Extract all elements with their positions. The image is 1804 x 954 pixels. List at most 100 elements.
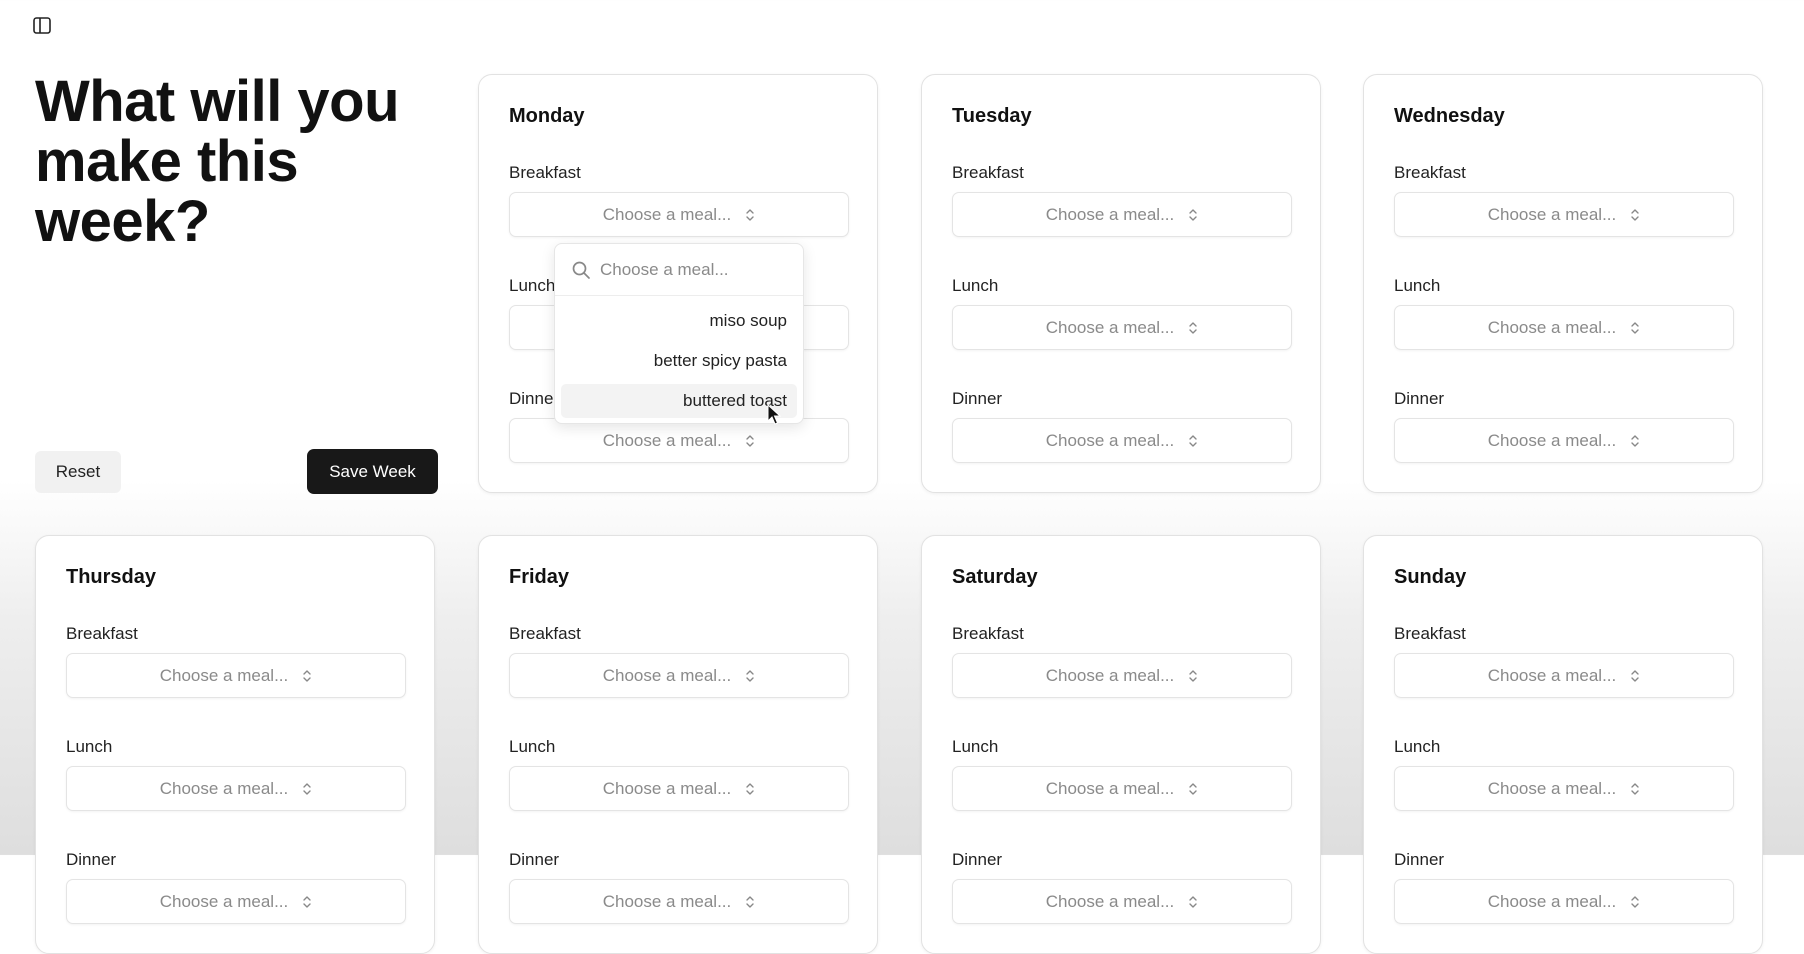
lunch-label: Lunch bbox=[509, 276, 556, 295]
select-value: Choose a meal... bbox=[602, 665, 732, 685]
chevron-up-down-icon bbox=[745, 894, 755, 910]
dinner-select[interactable]: Choose a meal... bbox=[952, 418, 1292, 463]
meal-search-input[interactable] bbox=[600, 257, 790, 283]
day-card: Tuesday Breakfast Choose a meal... Lunch Cho… bbox=[921, 74, 1321, 493]
select-value: Choose a meal... bbox=[1045, 204, 1175, 224]
select-value: Choose a meal... bbox=[1487, 778, 1617, 798]
select-value: Choose a meal... bbox=[159, 665, 289, 685]
search-icon bbox=[572, 261, 590, 279]
day-card: Thursday Breakfast Choose a meal... Lunch Ch… bbox=[35, 535, 435, 954]
breakfast-select[interactable]: Choose a meal... bbox=[952, 192, 1292, 237]
select-value: Choose a meal... bbox=[602, 891, 732, 911]
chevron-up-down-icon bbox=[302, 668, 312, 684]
breakfast-label: Breakfast bbox=[1394, 624, 1466, 643]
breakfast-select[interactable]: Choose a meal... bbox=[509, 653, 849, 698]
select-value: Choose a meal... bbox=[602, 204, 732, 224]
select-value: Choose a meal... bbox=[159, 778, 289, 798]
dropdown-search bbox=[555, 244, 803, 296]
breakfast-select[interactable]: Choose a meal... bbox=[1394, 653, 1734, 698]
dinner-select[interactable]: Choose a meal... bbox=[66, 879, 406, 924]
select-value: Choose a meal... bbox=[602, 430, 732, 450]
save-week-button[interactable]: Save Week bbox=[307, 449, 438, 494]
lunch-label: Lunch bbox=[1394, 737, 1441, 756]
day-title: Monday bbox=[509, 105, 585, 127]
select-value: Choose a meal... bbox=[602, 778, 732, 798]
day-title: Thursday bbox=[66, 566, 157, 588]
chevron-up-down-icon bbox=[1188, 433, 1198, 449]
breakfast-label: Breakfast bbox=[952, 624, 1024, 643]
dropdown-option-miso-soup[interactable]: miso soup bbox=[561, 304, 797, 338]
breakfast-label: Breakfast bbox=[509, 624, 581, 643]
select-value: Choose a meal... bbox=[1487, 430, 1617, 450]
lunch-select[interactable]: Choose a meal... bbox=[952, 305, 1292, 350]
dinner-select[interactable]: Choose a meal... bbox=[1394, 879, 1734, 924]
day-card: Friday Breakfast Choose a meal... Lunch Choo… bbox=[478, 535, 878, 954]
chevron-up-down-icon bbox=[745, 433, 755, 449]
chevron-up-down-icon bbox=[1630, 668, 1640, 684]
dinner-select[interactable]: Choose a meal... bbox=[509, 418, 849, 463]
lunch-select[interactable]: Choose a meal... bbox=[1394, 305, 1734, 350]
chevron-up-down-icon bbox=[1630, 781, 1640, 797]
chevron-up-down-icon bbox=[302, 894, 312, 910]
select-value: Choose a meal... bbox=[1487, 891, 1617, 911]
chevron-up-down-icon bbox=[1630, 207, 1640, 223]
select-value: Choose a meal... bbox=[159, 891, 289, 911]
chevron-up-down-icon bbox=[745, 668, 755, 684]
dinner-label: Dinner bbox=[952, 850, 1003, 869]
page-title: What will you make this week? bbox=[35, 69, 400, 254]
day-card: Wednesday Breakfast Choose a meal... Lunch C… bbox=[1363, 74, 1763, 493]
day-title: Tuesday bbox=[952, 105, 1032, 127]
day-title: Saturday bbox=[952, 566, 1038, 588]
dropdown-option-better-spicy-pasta[interactable]: better spicy pasta bbox=[561, 344, 797, 378]
dinner-label: Dinner bbox=[1394, 850, 1445, 869]
select-value: Choose a meal... bbox=[1045, 317, 1175, 337]
reset-button[interactable]: Reset bbox=[35, 451, 121, 493]
chevron-up-down-icon bbox=[1188, 207, 1198, 223]
select-value: Choose a meal... bbox=[1045, 778, 1175, 798]
breakfast-select[interactable]: Choose a meal... bbox=[509, 192, 849, 237]
breakfast-label: Breakfast bbox=[952, 163, 1024, 182]
dinner-select[interactable]: Choose a meal... bbox=[1394, 418, 1734, 463]
chevron-up-down-icon bbox=[1188, 781, 1198, 797]
chevron-up-down-icon bbox=[1630, 894, 1640, 910]
lunch-label: Lunch bbox=[509, 737, 556, 756]
dinner-select[interactable]: Choose a meal... bbox=[952, 879, 1292, 924]
day-card: Saturday Breakfast Choose a meal... Lunch Ch… bbox=[921, 535, 1321, 954]
breakfast-label: Breakfast bbox=[509, 163, 581, 182]
lunch-label: Lunch bbox=[66, 737, 113, 756]
day-title: Friday bbox=[509, 566, 570, 588]
select-value: Choose a meal... bbox=[1487, 204, 1617, 224]
select-value: Choose a meal... bbox=[1487, 317, 1617, 337]
lunch-label: Lunch bbox=[952, 276, 999, 295]
lunch-select[interactable]: Choose a meal... bbox=[1394, 766, 1734, 811]
chevron-up-down-icon bbox=[745, 207, 755, 223]
chevron-up-down-icon bbox=[302, 781, 312, 797]
dinner-label: Dinner bbox=[952, 389, 1003, 408]
day-card: Sunday Breakfast Choose a meal... Lunch Choo… bbox=[1363, 535, 1763, 954]
lunch-select[interactable]: Choose a meal... bbox=[66, 766, 406, 811]
select-value: Choose a meal... bbox=[1045, 891, 1175, 911]
select-value: Choose a meal... bbox=[1045, 665, 1175, 685]
lunch-select[interactable]: Choose a meal... bbox=[952, 766, 1292, 811]
lunch-label: Lunch bbox=[952, 737, 999, 756]
dinner-select[interactable]: Choose a meal... bbox=[509, 879, 849, 924]
dropdown-option-buttered-toast[interactable]: buttered toast bbox=[561, 384, 797, 418]
chevron-up-down-icon bbox=[1630, 320, 1640, 336]
chevron-up-down-icon bbox=[745, 781, 755, 797]
mouse-cursor-icon bbox=[767, 404, 781, 425]
chevron-up-down-icon bbox=[1188, 894, 1198, 910]
breakfast-label: Breakfast bbox=[1394, 163, 1466, 182]
chevron-up-down-icon bbox=[1188, 320, 1198, 336]
breakfast-select[interactable]: Choose a meal... bbox=[952, 653, 1292, 698]
lunch-select[interactable]: Choose a meal... bbox=[509, 766, 849, 811]
lunch-label: Lunch bbox=[1394, 276, 1441, 295]
sidebar-toggle-icon[interactable] bbox=[33, 17, 51, 34]
chevron-up-down-icon bbox=[1188, 668, 1198, 684]
breakfast-select[interactable]: Choose a meal... bbox=[66, 653, 406, 698]
dinner-label: Dinner bbox=[509, 389, 560, 408]
select-value: Choose a meal... bbox=[1487, 665, 1617, 685]
day-title: Wednesday bbox=[1394, 105, 1505, 127]
breakfast-select[interactable]: Choose a meal... bbox=[1394, 192, 1734, 237]
chevron-up-down-icon bbox=[1630, 433, 1640, 449]
dinner-label: Dinner bbox=[66, 850, 117, 869]
